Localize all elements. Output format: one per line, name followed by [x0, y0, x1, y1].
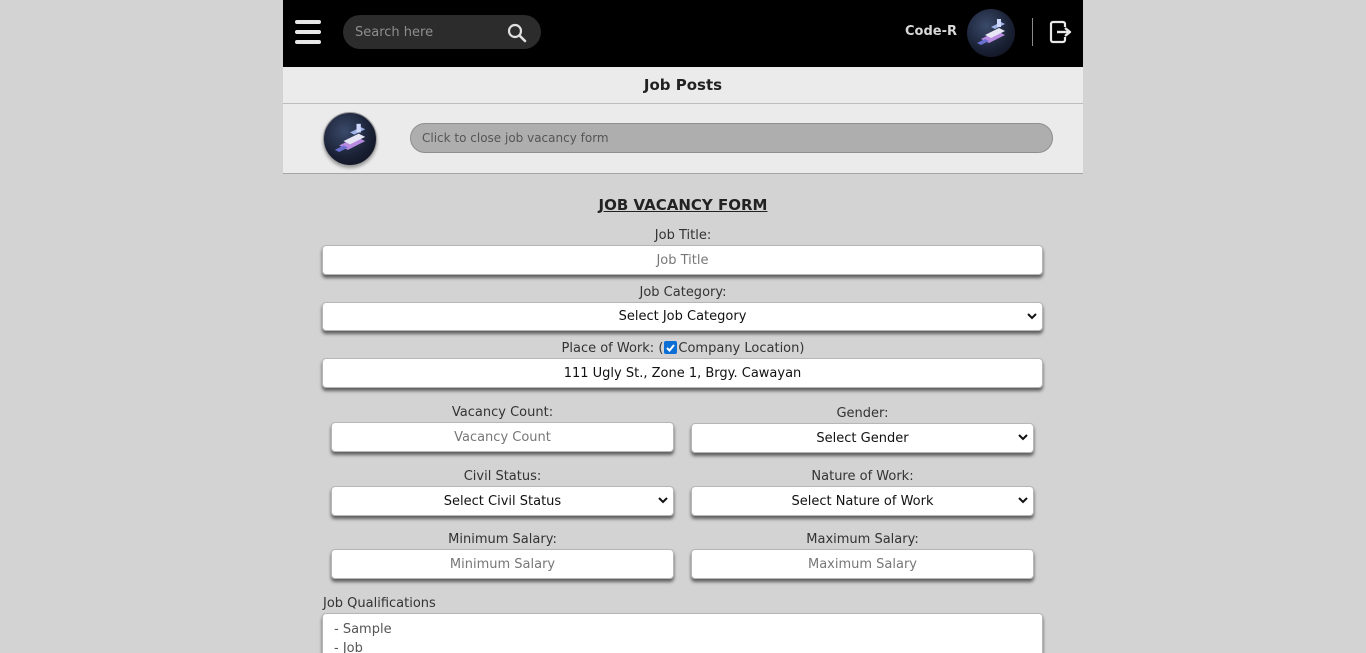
- toggle-job-form-button[interactable]: Click to close job vacancy form: [410, 123, 1053, 153]
- civil-status-label: Civil Status:: [463, 469, 542, 484]
- search-input[interactable]: [353, 23, 502, 41]
- avatar-image: [334, 123, 366, 152]
- civil-status-select[interactable]: Select Civil Status: [331, 486, 674, 516]
- job-category-select[interactable]: Select Job Category: [322, 302, 1043, 331]
- civil-status-value: Select Civil Status: [443, 493, 562, 509]
- logout-icon[interactable]: [1049, 20, 1073, 44]
- search-bar: [343, 15, 541, 49]
- vacancy-count-input[interactable]: [331, 422, 674, 452]
- username[interactable]: Code-R: [905, 24, 957, 39]
- min-salary-label: Minimum Salary:: [448, 532, 557, 547]
- nature-of-work-label: Nature of Work:: [811, 469, 914, 484]
- chevron-down-icon: [658, 497, 668, 504]
- qualifications-label: Job Qualifications: [323, 596, 436, 611]
- header-divider: [1032, 18, 1033, 46]
- avatar-image: [977, 19, 1005, 45]
- place-of-work-value: 111 Ugly St., Zone 1, Brgy. Cawayan: [563, 365, 802, 381]
- job-title-input[interactable]: [322, 245, 1043, 275]
- gender-select[interactable]: Select Gender: [691, 423, 1034, 453]
- place-of-work-label-text: Place of Work: (: [561, 341, 664, 356]
- job-category-value: Select Job Category: [618, 309, 747, 324]
- max-salary-label: Maximum Salary:: [806, 532, 919, 547]
- vacancy-count-label: Vacancy Count:: [451, 405, 554, 420]
- max-salary-input[interactable]: [691, 549, 1034, 579]
- nature-of-work-select[interactable]: Select Nature of Work: [691, 486, 1034, 516]
- qualifications-textarea[interactable]: - Sample - Job: [322, 613, 1043, 653]
- job-title-label: Job Title:: [654, 228, 712, 243]
- checkmark-icon: [666, 344, 676, 352]
- search-icon[interactable]: [507, 23, 527, 43]
- nature-of-work-value: Select Nature of Work: [791, 493, 934, 509]
- top-navbar: Code-R: [283, 0, 1083, 67]
- qualification-line: - Sample: [334, 622, 392, 637]
- job-post-composer: Click to close job vacancy form: [283, 104, 1083, 174]
- app-container: Code-R Job Posts: [283, 0, 1083, 653]
- hamburger-menu-icon[interactable]: [295, 20, 321, 44]
- avatar[interactable]: [967, 9, 1015, 57]
- min-salary-input[interactable]: [331, 549, 674, 579]
- qualification-line: - Job: [334, 641, 363, 653]
- job-category-label: Job Category:: [639, 285, 727, 300]
- composer-avatar: [323, 112, 377, 166]
- page-title: Job Posts: [283, 67, 1083, 104]
- place-of-work-input[interactable]: 111 Ugly St., Zone 1, Brgy. Cawayan: [322, 358, 1043, 388]
- company-location-label: Company Location): [678, 341, 805, 356]
- company-location-checkbox[interactable]: [664, 341, 678, 354]
- gender-label: Gender:: [836, 406, 889, 421]
- chevron-down-icon: [1018, 434, 1028, 441]
- chevron-down-icon: [1027, 313, 1037, 320]
- chevron-down-icon: [1018, 497, 1028, 504]
- place-of-work-label: Place of Work: ( Company Location): [283, 341, 1083, 356]
- form-title: JOB VACANCY FORM: [598, 196, 768, 214]
- gender-value: Select Gender: [816, 430, 909, 446]
